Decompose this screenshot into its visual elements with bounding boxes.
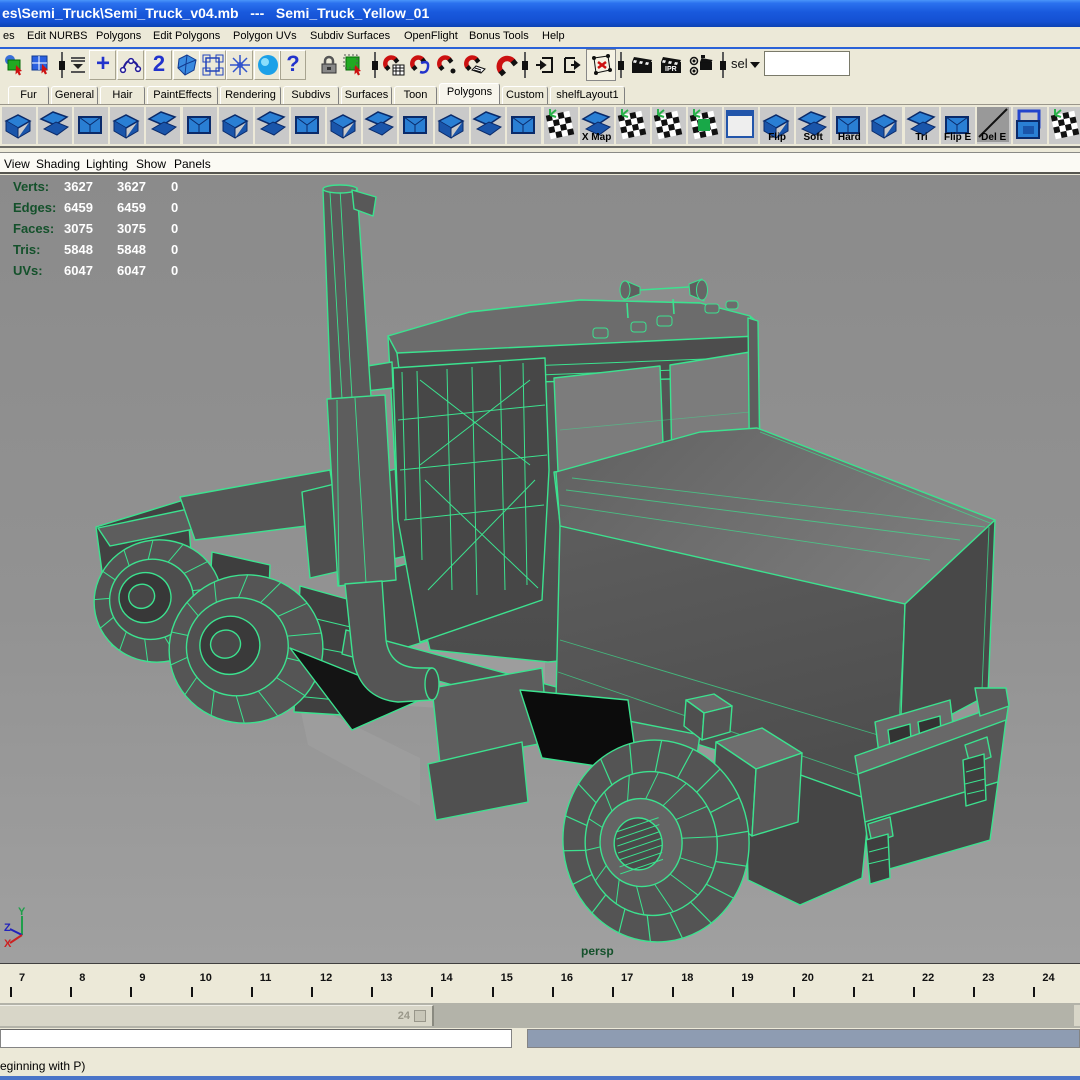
svg-text:X: X: [4, 938, 12, 950]
svg-text:Z: Z: [4, 922, 11, 934]
svg-text:Y: Y: [18, 906, 26, 918]
svg-text:IPR: IPR: [665, 66, 677, 73]
